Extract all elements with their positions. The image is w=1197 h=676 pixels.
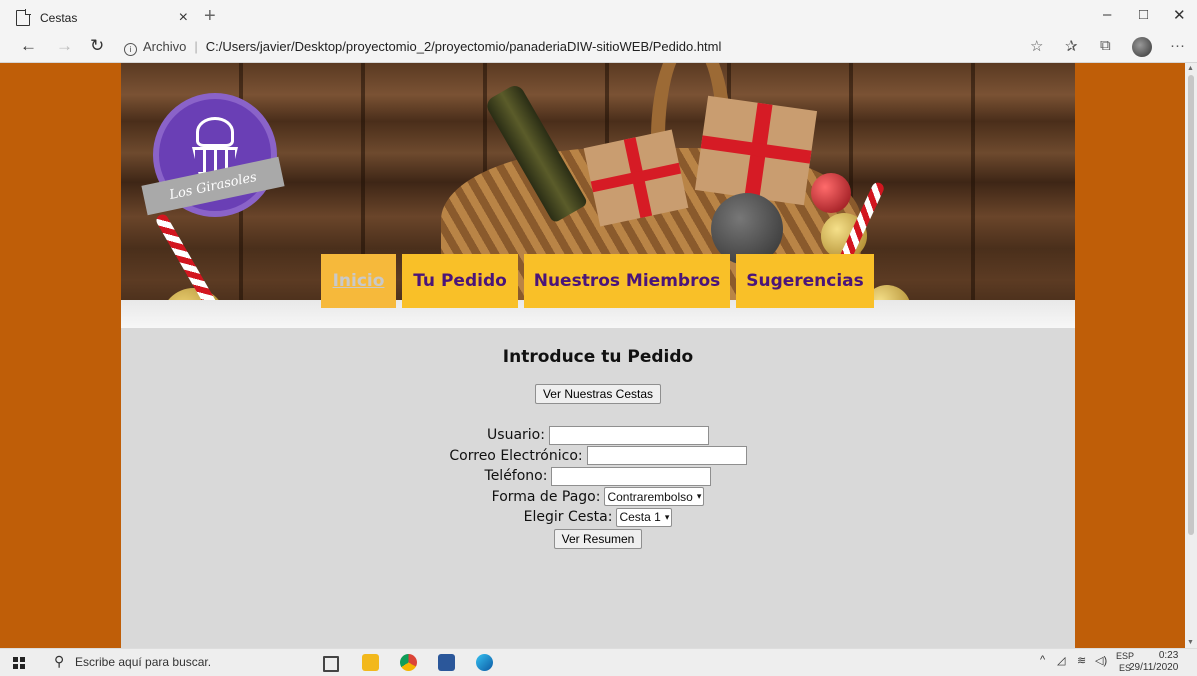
taskbar-clock[interactable]: 0:23 29/11/2020 xyxy=(1129,650,1178,674)
payment-row: Forma de Pago: Contrarembolso ▾ xyxy=(121,487,1075,508)
red-ornament xyxy=(811,173,851,213)
chevron-down-icon: ▾ xyxy=(664,511,670,522)
summary-button[interactable]: Ver Resumen xyxy=(553,528,643,549)
chrome-icon[interactable] xyxy=(400,654,417,671)
tab-close-icon[interactable]: × xyxy=(179,9,188,27)
scrollbar-thumb[interactable] xyxy=(1188,75,1194,535)
tab-title: Cestas xyxy=(40,11,78,25)
email-label: Correo Electrónico: xyxy=(449,447,583,464)
url-prefix: Archivo xyxy=(143,39,187,54)
summary-row: Ver Resumen xyxy=(121,528,1075,550)
volume-icon[interactable]: ◁) xyxy=(1095,654,1107,667)
file-explorer-icon[interactable] xyxy=(362,654,379,671)
info-icon: i xyxy=(124,43,137,56)
new-tab-button[interactable]: + xyxy=(204,5,216,28)
page-container: Los Girasoles Inicio Tu Pedido Nuestros … xyxy=(121,63,1075,648)
more-icon[interactable]: ··· xyxy=(1170,37,1185,54)
word-icon[interactable] xyxy=(438,654,455,671)
scroll-down-icon[interactable]: ▼ xyxy=(1187,639,1194,646)
tray-chevron-icon[interactable]: ^ xyxy=(1040,654,1045,666)
url-separator: | xyxy=(194,39,198,54)
main-nav: Inicio Tu Pedido Nuestros Miembros Suger… xyxy=(321,254,880,308)
nav-item-nuestros-miembros[interactable]: Nuestros Miembros xyxy=(524,254,730,308)
nav-item-inicio[interactable]: Inicio xyxy=(321,254,396,308)
edge-icon[interactable] xyxy=(476,654,493,671)
wifi-icon[interactable]: ≋ xyxy=(1077,654,1086,667)
order-form: Introduce tu Pedido Ver Nuestras Cestas … xyxy=(121,328,1075,549)
clock-date: 29/11/2020 xyxy=(1129,662,1179,673)
phone-label: Teléfono: xyxy=(484,468,548,485)
chevron-down-icon: ▾ xyxy=(696,491,702,502)
phone-input[interactable] xyxy=(551,466,712,486)
taskbar-search[interactable]: Escribe aquí para buscar. xyxy=(75,655,211,669)
browser-tab[interactable]: Cestas × xyxy=(8,4,194,32)
nav-item-tu-pedido[interactable]: Tu Pedido xyxy=(402,254,518,308)
close-window-button[interactable]: ✕ xyxy=(1173,6,1186,24)
email-input[interactable] xyxy=(586,446,747,466)
profile-avatar[interactable] xyxy=(1132,37,1152,57)
phone-row: Teléfono: xyxy=(121,466,1075,487)
browser-tab-bar: Cestas × + – □ ✕ xyxy=(0,0,1197,32)
basket-label: Elegir Cesta: xyxy=(523,509,613,526)
url-field[interactable]: i Archivo | C:/Users/javier/Desktop/proyect… xyxy=(124,39,721,56)
scrollbar[interactable]: ▲ ▼ xyxy=(1185,63,1197,648)
network-icon[interactable]: ◿ xyxy=(1057,654,1065,667)
forward-arrow-icon[interactable]: → xyxy=(56,36,73,56)
user-label: Usuario: xyxy=(487,427,545,444)
payment-select[interactable]: Contrarembolso ▾ xyxy=(604,487,705,507)
page-icon xyxy=(16,9,31,26)
email-row: Correo Electrónico: xyxy=(121,446,1075,467)
collections-icon[interactable]: ⧉ xyxy=(1100,37,1111,54)
favorite-star-icon[interactable]: ☆ xyxy=(1030,37,1043,55)
header-banner: Los Girasoles Inicio Tu Pedido Nuestros … xyxy=(121,63,1075,328)
windows-start-icon[interactable] xyxy=(13,657,25,669)
search-icon[interactable]: ⚲ xyxy=(54,653,64,670)
nav-item-sugerencias[interactable]: Sugerencias xyxy=(736,254,874,308)
user-input[interactable] xyxy=(548,425,709,445)
web-viewport: Los Girasoles Inicio Tu Pedido Nuestros … xyxy=(0,63,1197,648)
view-baskets-button[interactable]: Ver Nuestras Cestas xyxy=(534,384,662,404)
basket-selected: Cesta 1 xyxy=(619,510,661,525)
refresh-icon[interactable]: ↻ xyxy=(90,36,104,56)
taskbar: ⚲ Escribe aquí para buscar. ^ ◿ ≋ ◁) ESP… xyxy=(0,648,1197,676)
favorites-icon[interactable]: ✰ xyxy=(1065,37,1078,55)
address-bar: ← → ↻ i Archivo | C:/Users/javier/Desktop/p… xyxy=(0,32,1197,63)
minimize-button[interactable]: – xyxy=(1103,6,1111,23)
url-path: C:/Users/javier/Desktop/proyectomio_2/pr… xyxy=(205,39,722,54)
maximize-button[interactable]: □ xyxy=(1139,6,1148,23)
page-title: Introduce tu Pedido xyxy=(502,347,694,367)
basket-row: Elegir Cesta: Cesta 1 ▾ xyxy=(121,507,1075,528)
task-view-icon[interactable] xyxy=(323,656,339,672)
scroll-up-icon[interactable]: ▲ xyxy=(1187,65,1194,72)
back-arrow-icon[interactable]: ← xyxy=(20,36,37,56)
payment-selected: Contrarembolso xyxy=(607,489,693,504)
clock-time: 0:23 xyxy=(1158,650,1179,661)
gift-box xyxy=(694,95,818,206)
user-row: Usuario: xyxy=(121,425,1075,446)
basket-select[interactable]: Cesta 1 ▾ xyxy=(616,507,673,527)
payment-label: Forma de Pago: xyxy=(491,488,601,505)
